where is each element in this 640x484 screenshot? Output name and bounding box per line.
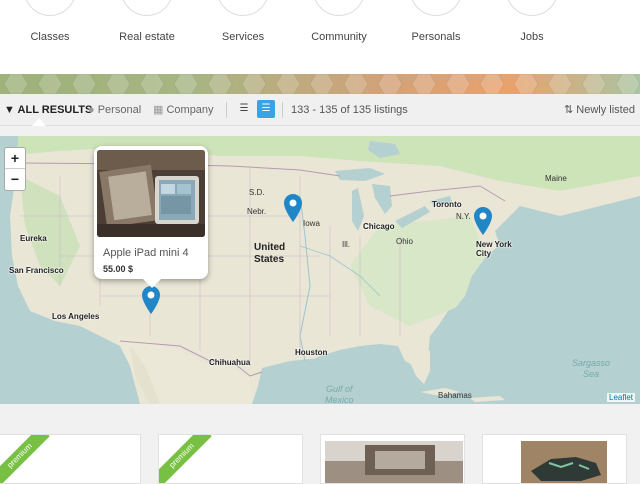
listing-card[interactable] [482,434,627,484]
map-attribution[interactable]: Leaflet [607,393,636,402]
zoom-in-button[interactable]: + [5,148,25,169]
map-label-houston: Houston [295,348,328,357]
filter-personal-label: Personal [97,104,142,116]
popup-tip [143,279,161,288]
premium-ribbon: premium [0,435,50,483]
map-label-los-angeles: Los Angeles [52,312,100,321]
hex-pattern-band [0,74,640,94]
category-real-estate[interactable]: Real estate [97,0,197,74]
sort-icon: ⇅ [564,104,574,116]
map-label-chicago: Chicago [363,222,395,231]
active-filter-indicator [32,118,46,126]
map-label-bahamas: Bahamas [438,391,472,400]
listing-photo[interactable] [325,441,463,483]
filter-all-results-label: ALL RESULTS [17,104,93,116]
list-view-button[interactable]: ☰ [235,100,253,118]
category-label: Community [311,31,367,43]
filter-icon: ▼ [4,104,15,116]
divider [282,102,283,118]
map-label-toronto: Toronto [432,200,462,209]
category-services[interactable]: Services [193,0,293,74]
category-classes[interactable]: Classes [0,0,100,74]
map-label-ohio: Ohio [396,237,413,246]
map-label-ny: N.Y. [456,212,471,221]
premium-ribbon: premium [159,435,212,483]
map-label-chihuahua: Chihuahua [209,358,251,367]
category-label: Real estate [119,31,175,43]
listing-photo[interactable] [97,150,205,237]
grid-list-icon: ☰ [261,103,271,114]
map-label-nebr: Nebr. [247,207,267,216]
map-label-gulf: Gulf of Mexico [325,384,354,404]
map-label-sd: S.D. [249,188,265,197]
category-label: Services [221,31,265,43]
category-label: Jobs [520,31,544,43]
map-label-maine: Maine [545,174,567,183]
map-label-ill: Ill. [342,240,350,249]
map-view-button[interactable]: ☰ [257,100,275,118]
map-marker[interactable] [474,207,492,235]
category-icon [506,0,558,16]
category-community[interactable]: Community [289,0,389,74]
category-label: Classes [30,31,70,43]
filter-company-label: Company [166,104,214,116]
popup-listing-price: 55.00 $ [103,264,134,274]
listing-card[interactable]: premium [158,434,303,484]
map-label-united-states: United States [254,242,286,265]
map-label-san-francisco: San Francisco [9,266,64,275]
map-popup[interactable]: × Apple iPad mini 4 55.00 $ [94,146,208,279]
filter-company[interactable]: ▦ Company [153,94,214,126]
category-personals[interactable]: Personals [386,0,486,74]
sort-dropdown[interactable]: ⇅ Newly listed [564,94,635,126]
category-label: Personals [411,31,461,43]
category-icon [313,0,365,16]
popup-listing-title[interactable]: Apple iPad mini 4 [103,247,189,259]
listing-card[interactable]: premium [0,434,141,484]
listing-card[interactable] [320,434,465,484]
filter-personal[interactable]: ● Personal [88,94,141,126]
category-icon [410,0,462,16]
category-icon [24,0,76,16]
person-icon: ● [88,104,95,116]
divider [226,102,227,118]
map-label-sargasso: Sargasso Sea [572,358,611,379]
map-label-iowa: Iowa [303,219,320,228]
list-icon: ☰ [239,103,249,114]
building-icon: ▦ [153,104,164,116]
map-label-eureka: Eureka [20,234,47,243]
category-bar: Classes Real estate Services Community P… [0,0,640,74]
category-icon [121,0,173,16]
map-marker[interactable] [142,286,160,314]
zoom-out-button[interactable]: − [5,169,25,190]
listing-count: 133 - 135 of 135 listings [291,104,408,116]
map-marker[interactable] [284,194,302,222]
map-label-new-york: New York City [476,240,512,258]
category-jobs[interactable]: Jobs [482,0,582,74]
listing-photo[interactable] [521,441,607,483]
sort-label: Newly listed [576,104,635,116]
zoom-control: + − [4,147,26,191]
category-icon [217,0,269,16]
filter-bar: ▼ ALL RESULTS ● Personal ▦ Company ☰ ☰ 1… [0,94,640,126]
filter-all-results[interactable]: ▼ ALL RESULTS [4,94,92,126]
